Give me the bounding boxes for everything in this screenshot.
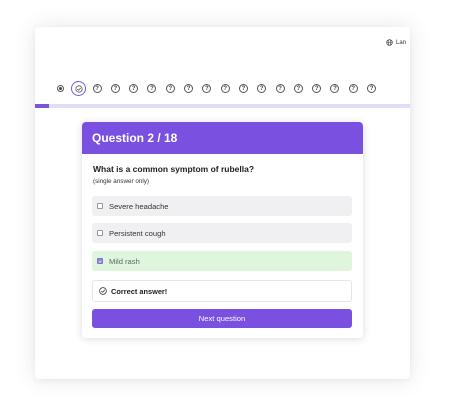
option-label: Mild rash xyxy=(109,256,140,266)
language-label: Lan xyxy=(395,39,406,46)
question-dot-unanswered[interactable]: ? xyxy=(275,84,285,93)
answer-feedback: Correct answer! xyxy=(92,280,352,302)
check-circle-icon xyxy=(75,84,83,93)
question-text: What is a common symptom of rubella? xyxy=(93,164,255,174)
progress-bar-fill xyxy=(35,104,49,108)
check-circle-icon xyxy=(99,287,107,295)
question-card-header: Question 2 / 18 xyxy=(82,122,363,154)
question-dot-unanswered[interactable]: ? xyxy=(129,84,139,93)
question-dot-unanswered[interactable]: ? xyxy=(147,84,157,93)
question-counter: Question 2 / 18 xyxy=(92,131,178,145)
question-dot-unanswered[interactable]: ? xyxy=(257,84,267,93)
answer-option-mild-rash[interactable]: Mild rash xyxy=(92,251,352,271)
question-dot-unanswered[interactable]: ? xyxy=(110,84,120,93)
question-dot-unanswered[interactable]: ? xyxy=(165,84,175,93)
dot-center-icon xyxy=(59,87,62,90)
option-label: Persistent cough xyxy=(109,228,166,238)
language-selector[interactable]: Lan xyxy=(386,39,406,46)
question-hint: (single answer only) xyxy=(93,178,149,185)
question-dot-unanswered[interactable]: ? xyxy=(202,84,212,93)
next-question-label: Next question xyxy=(198,314,246,323)
option-label: Severe headache xyxy=(109,201,169,211)
question-dot-unanswered[interactable]: ? xyxy=(220,84,230,93)
question-dot-current[interactable] xyxy=(71,81,87,96)
globe-icon xyxy=(386,39,393,46)
answer-option-persistent-cough[interactable]: Persistent cough xyxy=(92,223,352,243)
question-card: Question 2 / 18 What is a common symptom… xyxy=(82,122,363,338)
question-dot-unanswered[interactable]: ? xyxy=(293,84,303,93)
question-dot-unanswered[interactable]: ? xyxy=(312,84,322,93)
next-question-button[interactable]: Next question xyxy=(92,309,352,328)
question-dot-unanswered[interactable]: ? xyxy=(348,84,358,93)
feedback-text: Correct answer! xyxy=(111,286,168,296)
answer-option-severe-headache[interactable]: Severe headache xyxy=(92,196,352,216)
progress-bar xyxy=(35,104,410,108)
check-icon xyxy=(98,259,102,263)
question-dot-unanswered[interactable]: ? xyxy=(367,84,377,93)
option-checkbox[interactable] xyxy=(97,258,103,264)
question-dot-visited[interactable] xyxy=(57,85,64,92)
option-checkbox[interactable] xyxy=(97,203,103,209)
quiz-window: Lan ???????????????? Question 2 / 18 Wha… xyxy=(35,27,410,379)
option-checkbox[interactable] xyxy=(97,230,103,236)
question-dot-unanswered[interactable]: ? xyxy=(330,84,340,93)
question-dot-unanswered[interactable]: ? xyxy=(92,84,102,93)
question-dot-unanswered[interactable]: ? xyxy=(238,84,248,93)
question-dot-unanswered[interactable]: ? xyxy=(184,84,194,93)
question-navigator: ???????????????? xyxy=(56,81,377,96)
